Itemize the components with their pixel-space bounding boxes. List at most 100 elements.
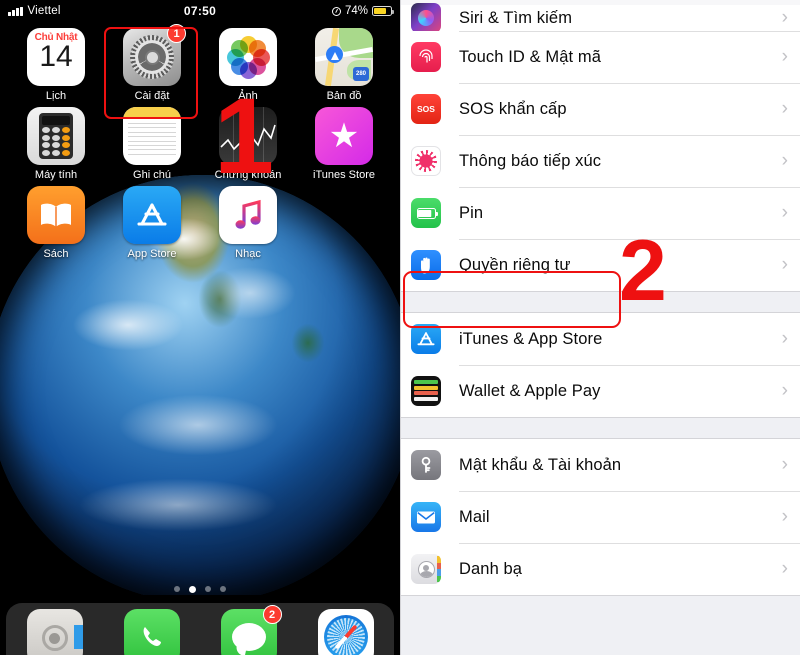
chevron-right-icon: › (781, 506, 788, 527)
chevron-right-icon: › (781, 202, 788, 223)
battery-percent-label: 74% (344, 5, 368, 17)
app-store-icon (411, 324, 441, 354)
dock-phone-icon[interactable] (123, 609, 180, 655)
app-icon-nhac[interactable]: Nhạc (200, 186, 296, 260)
settings-row-danh-ba[interactable]: Danh bạ › (401, 543, 800, 595)
battery-icon (372, 6, 394, 16)
app-label: Cài đặt (134, 90, 170, 102)
battery-icon (411, 198, 441, 228)
app-row: Sách App Store Nhạc (8, 186, 392, 265)
sos-icon: SOS (411, 94, 441, 124)
chevron-right-icon: › (781, 7, 788, 28)
settings-row-label: Thông báo tiếp xúc (459, 151, 602, 170)
annotation-number-2: 2 (619, 223, 667, 319)
group-separator (401, 292, 800, 312)
app-label: Nhạc (235, 248, 261, 260)
app-icon-itunes-store[interactable]: ★ iTunes Store (296, 107, 392, 181)
settings-row-quyen-rieng-tu[interactable]: Quyền riêng tư › (401, 239, 800, 291)
app-label: App Store (127, 248, 177, 260)
notes-icon (123, 107, 181, 165)
settings-row-label: SOS khẩn cấp (459, 99, 567, 118)
touch-id-icon (411, 42, 441, 72)
dock-camera-icon[interactable] (26, 609, 83, 655)
settings-group-1: Siri & Tìm kiếm › Touch ID & Mật mã › SO… (401, 3, 800, 292)
app-icon-lich[interactable]: Chủ Nhật 14 Lịch (8, 28, 104, 102)
app-store-icon (123, 186, 181, 244)
calculator-icon (27, 107, 85, 165)
settings-row-label: Wallet & Apple Pay (459, 381, 601, 400)
page-dot-active[interactable] (189, 586, 196, 593)
chevron-right-icon: › (781, 328, 788, 349)
chevron-right-icon: › (781, 558, 788, 579)
chevron-right-icon: › (781, 380, 788, 401)
settings-row-mail[interactable]: Mail › (401, 491, 800, 543)
star-glyph: ★ (328, 117, 360, 155)
settings-row-label: Siri & Tìm kiếm (459, 8, 573, 27)
app-icon-app-store[interactable]: App Store (104, 186, 200, 260)
dock-messages-icon[interactable]: 2 (220, 605, 282, 655)
chevron-right-icon: › (781, 150, 788, 171)
app-icon-ghi-chu[interactable]: Ghi chú (104, 107, 200, 181)
tutorial-screenshot: Viettel 07:50 74% Chủ Nhật 14 Lịch 1 Cài… (0, 0, 800, 655)
app-label: Lịch (45, 90, 67, 102)
settings-row-label: Danh bạ (459, 559, 523, 578)
settings-row-label: Pin (459, 203, 484, 222)
app-icon-sach[interactable]: Sách (8, 186, 104, 260)
app-row: Máy tính Ghi chú Chứng khoán ★ iTunes St… (8, 107, 392, 186)
app-grid: Chủ Nhật 14 Lịch 1 Cài đặt Ảnh 280 Bản đ… (0, 22, 400, 265)
page-indicator-dots (0, 586, 400, 593)
settings-app-screen: Cài đặt Siri & Tìm kiếm › Touch ID & Mật… (400, 0, 800, 655)
sos-glyph: SOS (417, 104, 435, 114)
app-label: Bản đồ (326, 90, 362, 102)
settings-row-label: Touch ID & Mật mã (459, 47, 601, 66)
dock-safari-icon[interactable] (317, 609, 374, 655)
app-icon-cai-dat[interactable]: 1 Cài đặt (104, 24, 200, 102)
annotation-number-1: 1 (214, 75, 275, 196)
chevron-right-icon: › (781, 454, 788, 475)
highway-shield-label: 280 (353, 67, 369, 81)
settings-row-wallet-apple-pay[interactable]: Wallet & Apple Pay › (401, 365, 800, 417)
page-dot[interactable] (220, 586, 226, 592)
chevron-right-icon: › (781, 254, 788, 275)
wallet-icon (411, 376, 441, 406)
settings-row-itunes-app-store[interactable]: iTunes & App Store › (401, 313, 800, 365)
chevron-right-icon: › (781, 46, 788, 67)
group-separator (401, 418, 800, 438)
contacts-icon (411, 554, 441, 584)
settings-row-thong-bao-tiep-xuc[interactable]: Thông báo tiếp xúc › (401, 135, 800, 187)
page-dot[interactable] (205, 586, 211, 592)
dock: 2 (6, 603, 394, 655)
app-row: Chủ Nhật 14 Lịch 1 Cài đặt Ảnh 280 Bản đ… (8, 24, 392, 107)
page-dot[interactable] (174, 586, 180, 592)
itunes-store-icon: ★ (315, 107, 373, 165)
app-label: Máy tính (34, 169, 78, 181)
calendar-date: 14 (39, 40, 73, 73)
app-label: iTunes Store (313, 169, 375, 181)
settings-group-2: iTunes & App Store › Wallet & Apple Pay … (401, 312, 800, 418)
settings-row-touch-id[interactable]: Touch ID & Mật mã › (401, 31, 800, 83)
app-icon-ban-do[interactable]: 280 Bản đồ (296, 28, 392, 102)
settings-row-mat-khau-tai-khoan[interactable]: Mật khẩu & Tài khoản › (401, 439, 800, 491)
settings-group-3: Mật khẩu & Tài khoản › Mail › Danh bạ › (401, 438, 800, 596)
app-icon-may-tinh[interactable]: Máy tính (8, 107, 104, 181)
exposure-notification-icon (411, 146, 441, 176)
settings-row-pin[interactable]: Pin › (401, 187, 800, 239)
location-services-icon (331, 6, 341, 16)
app-label: Ghi chú (133, 169, 171, 181)
notification-badge: 2 (262, 605, 282, 624)
calendar-icon: Chủ Nhật 14 (27, 28, 85, 86)
settings-row-label: Mật khẩu & Tài khoản (459, 455, 622, 474)
privacy-hand-icon (411, 250, 441, 280)
iphone-home-screen: Viettel 07:50 74% Chủ Nhật 14 Lịch 1 Cài… (0, 0, 400, 655)
maps-icon: 280 (315, 28, 373, 86)
mail-icon (411, 502, 441, 532)
settings-row-label: iTunes & App Store (459, 329, 603, 348)
chevron-right-icon: › (781, 98, 788, 119)
settings-row-sos[interactable]: SOS SOS khẩn cấp › (401, 83, 800, 135)
app-label: Sách (43, 248, 69, 260)
notification-badge: 1 (167, 24, 186, 43)
settings-row-label: Mail (459, 507, 490, 526)
books-icon (27, 186, 85, 244)
siri-icon (411, 3, 441, 33)
settings-row-siri-tim-kiem[interactable]: Siri & Tìm kiếm › (401, 3, 800, 33)
